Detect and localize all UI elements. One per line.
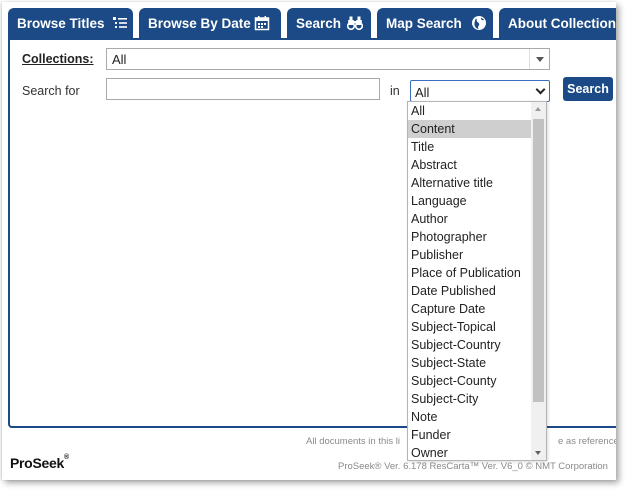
collections-label: Collections: <box>22 52 94 66</box>
dropdown-option[interactable]: All <box>408 102 531 120</box>
dropdown-option[interactable]: Capture Date <box>408 300 531 318</box>
dropdown-option[interactable]: Subject-Topical <box>408 318 531 336</box>
dropdown-option[interactable]: Subject-State <box>408 354 531 372</box>
list-icon <box>113 17 127 28</box>
dropdown-option[interactable]: Language <box>408 192 531 210</box>
search-field-select[interactable]: All <box>410 80 550 102</box>
dropdown-option[interactable]: Funder <box>408 426 531 444</box>
globe-icon <box>472 16 486 30</box>
dropdown-arrow-icon[interactable] <box>529 49 549 69</box>
binoculars-icon <box>347 16 363 31</box>
tab-label: Search <box>296 15 342 31</box>
scroll-up-arrow-icon[interactable] <box>535 107 541 111</box>
dropdown-option[interactable]: Publisher <box>408 246 531 264</box>
in-label: in <box>390 84 400 98</box>
search-for-label: Search for <box>22 84 80 98</box>
dropdown-option[interactable]: Subject-Country <box>408 336 531 354</box>
dropdown-option[interactable]: Place of Publication <box>408 264 531 282</box>
dropdown-option[interactable]: Date Published <box>408 282 531 300</box>
footer-note-right: e as reference m <box>558 436 616 447</box>
collections-select[interactable]: All <box>106 48 550 70</box>
scrollbar-thumb[interactable] <box>533 119 544 402</box>
tab-label: About Collections <box>508 15 616 31</box>
chevron-down-icon <box>535 84 546 95</box>
tab-label: Map Search <box>386 15 462 31</box>
dropdown-option[interactable]: Subject-County <box>408 372 531 390</box>
tab-map-search[interactable]: Map Search <box>377 8 493 38</box>
search-field-dropdown: All Content Title Abstract Alternative title… <box>407 101 547 461</box>
tab-search[interactable]: Search <box>287 8 371 38</box>
dropdown-option[interactable]: Subject-City <box>408 390 531 408</box>
calendar-icon <box>254 16 270 31</box>
tab-label: Browse Titles <box>17 15 105 31</box>
dropdown-option[interactable]: Abstract <box>408 156 531 174</box>
tab-about-collections[interactable]: About Collections <box>499 8 616 38</box>
dropdown-scrollbar[interactable] <box>531 102 546 460</box>
footer-note-left: All documents in this li <box>306 436 400 447</box>
proseek-logo: ProSeek® <box>10 454 69 471</box>
search-button[interactable]: Search <box>563 77 613 101</box>
tab-label: Browse By Date <box>148 15 251 31</box>
dropdown-option[interactable]: Title <box>408 138 531 156</box>
scroll-down-arrow-icon[interactable] <box>535 451 541 455</box>
dropdown-option[interactable]: Photographer <box>408 228 531 246</box>
tab-browse-titles[interactable]: Browse Titles <box>8 8 133 38</box>
dropdown-option[interactable]: Author <box>408 210 531 228</box>
dropdown-options: All Content Title Abstract Alternative title… <box>408 102 531 460</box>
dropdown-option[interactable]: Owner <box>408 444 531 460</box>
search-input[interactable] <box>106 78 380 100</box>
collections-select-value: All <box>112 52 127 67</box>
version-text: ProSeek® Ver. 6.178 ResCarta™ Ver. V6_0 … <box>338 461 608 472</box>
dropdown-option[interactable]: Alternative title <box>408 174 531 192</box>
dropdown-option[interactable]: Content <box>408 120 531 138</box>
search-field-select-value: All <box>415 85 430 100</box>
dropdown-option[interactable]: Note <box>408 408 531 426</box>
tab-browse-by-date[interactable]: Browse By Date <box>139 8 281 38</box>
tab-bar: Browse Titles Browse By Date Search Map … <box>8 8 616 38</box>
